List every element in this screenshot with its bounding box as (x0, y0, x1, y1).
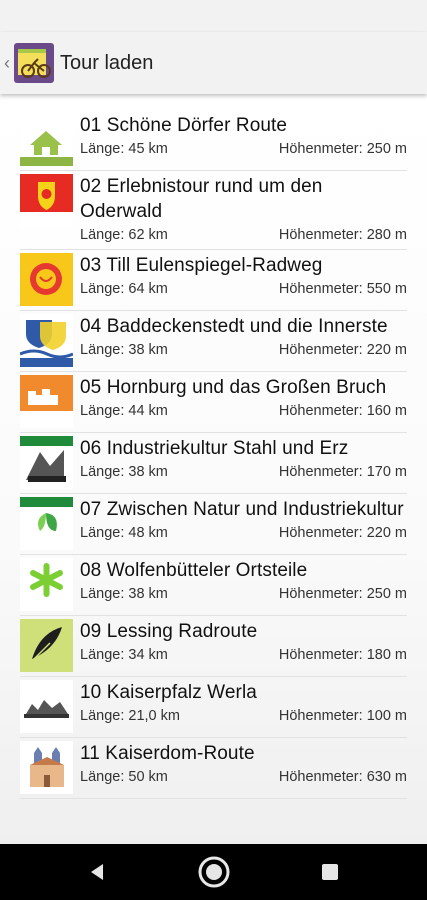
tour-name: 09 Lessing Radroute (80, 621, 258, 642)
tour-meta: Länge: 38 km Höhenmeter: 250 m (80, 584, 407, 604)
tour-list-item[interactable]: 01 Schöne Dörfer Route Länge: 45 km Höhenm… (20, 113, 407, 171)
action-bar: ‹ Tour laden (0, 32, 427, 94)
palace-ruins-icon (20, 680, 73, 733)
tour-elevation: Höhenmeter: 550 m (278, 281, 407, 297)
tour-info: 08 Wolfenbütteler Ortsteile Länge: 38 km H… (73, 558, 407, 611)
tour-meta: Länge: 64 km Höhenmeter: 550 m (80, 279, 407, 299)
page-title: Tour laden (60, 51, 154, 74)
recents-square-icon[interactable] (310, 852, 350, 892)
jester-face-icon (20, 253, 73, 306)
back-chevron-icon[interactable]: ‹ (4, 54, 14, 72)
tour-info: 09 Lessing Radroute Länge: 34 km Höhenmete… (73, 619, 407, 672)
back-triangle-icon[interactable] (77, 852, 117, 892)
tour-elevation: Höhenmeter: 220 m (278, 525, 407, 541)
tour-name: 01 Schöne Dörfer Route (80, 115, 288, 136)
green-star-icon (20, 558, 73, 611)
tour-elevation: Höhenmeter: 100 m (278, 708, 407, 724)
tour-info: 04 Baddeckenstedt und die Innerste Länge:… (73, 314, 407, 367)
tour-elevation: Höhenmeter: 160 m (278, 403, 407, 419)
tour-name: 06 Industriekultur Stahl und Erz (80, 438, 349, 459)
tour-info: 05 Hornburg und das Großen Bruch Länge: 4… (73, 375, 407, 428)
cathedral-icon (20, 741, 73, 794)
tour-meta: Länge: 21,0 km Höhenmeter: 100 m (80, 706, 407, 726)
tour-elevation: Höhenmeter: 170 m (278, 464, 407, 480)
tour-name: 03 Till Eulenspiegel-Radweg (80, 255, 323, 276)
tour-meta: Länge: 44 km Höhenmeter: 160 m (80, 401, 407, 421)
tour-length: Länge: 38 km (80, 464, 168, 480)
tour-length: Länge: 38 km (80, 342, 168, 358)
tour-length: Länge: 64 km (80, 281, 168, 297)
tour-meta: Länge: 34 km Höhenmeter: 180 m (80, 645, 407, 665)
tour-list-item[interactable]: 05 Hornburg und das Großen Bruch Länge: 4… (20, 375, 407, 433)
tour-name: 10 Kaiserpfalz Werla (80, 682, 257, 703)
tour-list-item[interactable]: 04 Baddeckenstedt und die Innerste Länge:… (20, 314, 407, 372)
village-house-icon (20, 113, 73, 166)
status-bar (0, 0, 427, 32)
tour-info: 11 Kaiserdom-Route Länge: 50 km Höhenmeter… (73, 741, 407, 794)
steel-industry-icon (20, 436, 73, 489)
tour-elevation: Höhenmeter: 250 m (278, 141, 407, 157)
tour-info: 07 Zwischen Natur und Industriekultur Län… (73, 497, 407, 550)
tour-name: 08 Wolfenbütteler Ortsteile (80, 560, 308, 581)
tour-elevation: Höhenmeter: 180 m (278, 647, 407, 663)
nature-leaf-icon (20, 497, 73, 550)
crest-shield-icon (20, 174, 73, 227)
tour-info: 03 Till Eulenspiegel-Radweg Länge: 64 km H… (73, 253, 407, 306)
tour-info: 10 Kaiserpfalz Werla Länge: 21,0 km Höhenm… (73, 680, 407, 733)
tour-length: Länge: 62 km (80, 227, 168, 243)
tour-info: 06 Industriekultur Stahl und Erz Länge: 3… (73, 436, 407, 489)
quill-feather-icon (20, 619, 73, 672)
bike-map-icon[interactable] (14, 43, 54, 83)
tour-list-item[interactable]: 11 Kaiserdom-Route Länge: 50 km Höhenmeter… (20, 741, 407, 799)
tour-length: Länge: 21,0 km (80, 708, 180, 724)
tour-name: 04 Baddeckenstedt und die Innerste (80, 316, 388, 337)
tour-meta: Länge: 38 km Höhenmeter: 170 m (80, 462, 407, 482)
tour-name: 02 Erlebnistour rund um den Oderwald (80, 176, 323, 222)
tour-elevation: Höhenmeter: 220 m (278, 342, 407, 358)
system-navigation-bar (0, 844, 427, 900)
tour-list-item[interactable]: 02 Erlebnistour rund um den Oderwald Läng… (20, 174, 407, 250)
tour-elevation: Höhenmeter: 250 m (278, 586, 407, 602)
tour-list-item[interactable]: 09 Lessing Radroute Länge: 34 km Höhenmete… (20, 619, 407, 677)
tour-info: 01 Schöne Dörfer Route Länge: 45 km Höhenm… (73, 113, 407, 166)
tour-list-container: 01 Schöne Dörfer Route Länge: 45 km Höhenm… (0, 94, 427, 844)
tour-list-item[interactable]: 08 Wolfenbütteler Ortsteile Länge: 38 km H… (20, 558, 407, 616)
home-circle-icon[interactable] (194, 852, 234, 892)
tour-meta: Länge: 38 km Höhenmeter: 220 m (80, 340, 407, 360)
tour-meta: Länge: 62 km Höhenmeter: 280 m (80, 225, 407, 245)
tour-elevation: Höhenmeter: 630 m (278, 769, 407, 785)
tour-length: Länge: 34 km (80, 647, 168, 663)
river-crest-icon (20, 314, 73, 367)
tour-info: 02 Erlebnistour rund um den Oderwald Läng… (73, 174, 407, 245)
tour-length: Länge: 45 km (80, 141, 168, 157)
tour-list-item[interactable]: 10 Kaiserpfalz Werla Länge: 21,0 km Höhenm… (20, 680, 407, 738)
tour-list-item[interactable]: 07 Zwischen Natur und Industriekultur Län… (20, 497, 407, 555)
tour-name: 07 Zwischen Natur und Industriekultur (80, 499, 404, 520)
tour-name: 11 Kaiserdom-Route (80, 743, 255, 764)
tour-name: 05 Hornburg und das Großen Bruch (80, 377, 387, 398)
tour-list-item[interactable]: 06 Industriekultur Stahl und Erz Länge: 3… (20, 436, 407, 494)
tour-length: Länge: 50 km (80, 769, 168, 785)
tour-list-item[interactable]: 03 Till Eulenspiegel-Radweg Länge: 64 km H… (20, 253, 407, 311)
castle-town-icon (20, 375, 73, 428)
tour-length: Länge: 44 km (80, 403, 168, 419)
tour-meta: Länge: 48 km Höhenmeter: 220 m (80, 523, 407, 543)
tour-list: 01 Schöne Dörfer Route Länge: 45 km Höhenm… (20, 113, 407, 802)
tour-length: Länge: 48 km (80, 525, 168, 541)
tour-meta: Länge: 50 km Höhenmeter: 630 m (80, 767, 407, 787)
tour-meta: Länge: 45 km Höhenmeter: 250 m (80, 139, 407, 159)
tour-length: Länge: 38 km (80, 586, 168, 602)
tour-elevation: Höhenmeter: 280 m (278, 227, 407, 243)
